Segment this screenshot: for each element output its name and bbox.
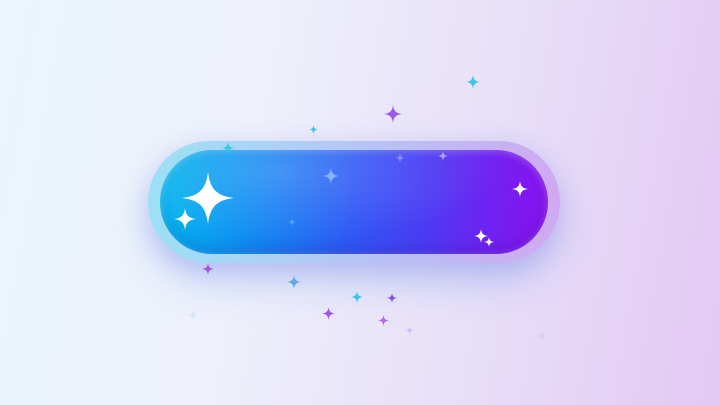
sparkle-icon (323, 168, 339, 184)
sparkle-icon (309, 125, 318, 134)
sparkle-icon (351, 291, 363, 303)
sparkle-icon (484, 237, 494, 247)
sparkle-small-icon (174, 208, 196, 230)
sparkle-icon (405, 326, 414, 335)
canvas (0, 0, 720, 405)
sparkle-icon (288, 218, 296, 226)
sparkle-icon (222, 142, 234, 154)
sparkle-icon (512, 181, 528, 197)
sparkle-icon (384, 105, 402, 123)
sparkle-icon (287, 275, 301, 289)
sparkle-icon (387, 293, 397, 303)
sparkle-icon (202, 263, 214, 275)
sparkle-icon (322, 307, 335, 320)
sparkle-icon (536, 330, 548, 342)
sparkle-icon (378, 315, 389, 326)
sparkle-icon (466, 75, 480, 89)
sparkle-icon (395, 153, 405, 163)
sparkle-icon (438, 151, 448, 161)
sparkle-icon (188, 310, 198, 320)
sparkle-icon (385, 258, 393, 266)
